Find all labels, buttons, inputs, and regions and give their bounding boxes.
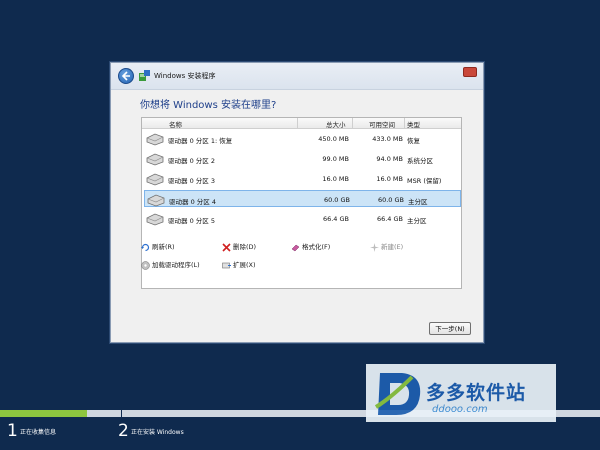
partition-total: 16.0 MB [322, 175, 349, 183]
delete-link[interactable]: 删除(D) [222, 241, 256, 252]
close-button[interactable] [463, 67, 477, 77]
partition-free: 16.0 MB [376, 175, 403, 183]
back-button[interactable] [118, 68, 134, 84]
title-bar: Windows 安装程序 [111, 63, 483, 90]
format-label: 格式化(F) [302, 243, 331, 251]
sparkle-icon [370, 242, 379, 252]
refresh-link[interactable]: 刷新(R) [141, 241, 175, 252]
header-type[interactable]: 类型 [407, 119, 420, 129]
partition-total: 450.0 MB [318, 135, 349, 143]
site-watermark: 多多软件站 ddooo.com [366, 364, 556, 422]
partition-type: 主分区 [407, 217, 427, 225]
table-row[interactable]: 驱动器 0 分区 1: 恢复 450.0 MB 433.0 MB 恢复 [144, 130, 461, 147]
step-divider [121, 410, 122, 417]
disk-icon [147, 194, 165, 207]
step-number: 2 [118, 421, 129, 441]
ddooo-logo-icon [374, 373, 421, 415]
disk-icon [146, 173, 164, 186]
disk-icon [146, 133, 164, 146]
partition-type: 恢复 [407, 137, 420, 145]
partition-type: 系统分区 [407, 157, 433, 165]
partition-name: 驱动器 0 分区 5 [168, 217, 215, 225]
header-separator [352, 118, 353, 128]
load-driver-label: 加载驱动程序(L) [152, 261, 200, 269]
step-number: 1 [7, 421, 18, 441]
header-total[interactable]: 总大小 [326, 119, 346, 129]
delete-x-icon [222, 242, 231, 252]
extend-link[interactable]: 扩展(X) [222, 259, 256, 270]
watermark-name: 多多软件站 [426, 382, 527, 404]
setup-dialog: Windows 安装程序 你想将 Windows 安装在哪里? 名称 总大小 可… [110, 62, 484, 343]
partition-total: 66.4 GB [322, 215, 349, 223]
refresh-label: 刷新(R) [152, 243, 175, 251]
partition-type: 主分区 [408, 198, 428, 206]
step-label: 正在安装 Windows [131, 429, 184, 436]
table-row[interactable]: 驱动器 0 分区 5 66.4 GB 66.4 GB 主分区 [144, 210, 461, 227]
delete-label: 删除(D) [233, 243, 257, 251]
header-free[interactable]: 可用空间 [369, 119, 395, 129]
disc-icon [141, 260, 150, 270]
header-name[interactable]: 名称 [169, 119, 182, 129]
disk-icon [146, 213, 164, 226]
extend-drive-icon [222, 262, 231, 268]
table-row[interactable]: 驱动器 0 分区 2 99.0 MB 94.0 MB 系统分区 [144, 150, 461, 167]
partition-free: 60.0 GB [377, 196, 404, 204]
window-title: Windows 安装程序 [154, 72, 216, 80]
partition-free: 433.0 MB [372, 135, 403, 143]
step-label: 正在收集信息 [20, 429, 57, 436]
partition-name: 驱动器 0 分区 3 [168, 177, 215, 185]
partition-total: 60.0 GB [323, 196, 350, 204]
partition-total: 99.0 MB [322, 155, 349, 163]
header-separator [404, 118, 405, 128]
eraser-icon [291, 244, 300, 251]
back-arrow-icon [121, 71, 130, 81]
new-label: 新建(E) [381, 243, 404, 251]
partition-free: 66.4 GB [376, 215, 403, 223]
load-driver-link[interactable]: 加载驱动程序(L) [141, 259, 200, 270]
setup-app-icon [139, 70, 150, 81]
disk-icon [146, 153, 164, 166]
header-separator [297, 118, 298, 128]
format-link[interactable]: 格式化(F) [291, 241, 330, 252]
new-partition-link[interactable]: 新建(E) [370, 241, 403, 252]
table-row[interactable]: 驱动器 0 分区 3 16.0 MB 16.0 MB MSR (保留) [144, 170, 461, 187]
table-row-selected[interactable]: 驱动器 0 分区 4 60.0 GB 60.0 GB 主分区 [144, 190, 461, 207]
watermark-url: ddooo.com [432, 404, 488, 415]
next-button[interactable]: 下一步(N) [429, 322, 471, 335]
table-header: 名称 总大小 可用空间 类型 [142, 118, 461, 129]
refresh-icon [141, 243, 150, 251]
partition-free: 94.0 MB [376, 155, 403, 163]
partition-name: 驱动器 0 分区 2 [168, 157, 215, 165]
partition-name: 驱动器 0 分区 4 [169, 198, 216, 206]
partition-type: MSR (保留) [407, 177, 442, 185]
extend-label: 扩展(X) [233, 261, 256, 269]
page-heading: 你想将 Windows 安装在哪里? [140, 100, 277, 111]
partition-name: 驱动器 0 分区 1: 恢复 [168, 137, 233, 145]
progress-fill [0, 410, 87, 417]
